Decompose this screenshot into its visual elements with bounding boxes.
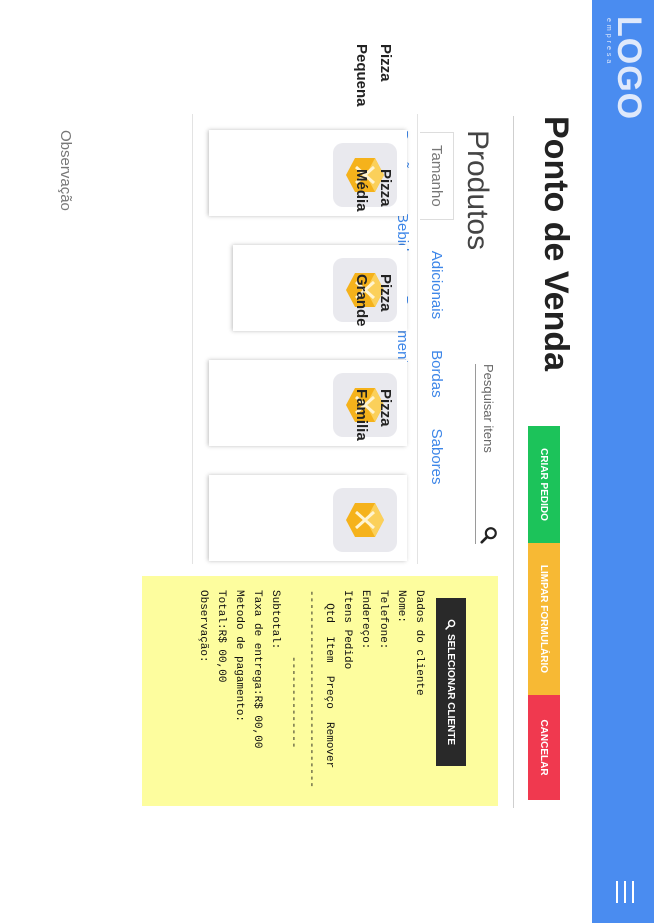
search-icon[interactable] <box>480 526 498 544</box>
tab-tamanho[interactable]: Tamanho <box>420 132 454 220</box>
receipt-line: Metodo de pagamento: <box>233 590 245 723</box>
menu-bar <box>624 881 626 903</box>
search-input[interactable] <box>481 364 504 514</box>
page-title: Ponto de Venda <box>537 116 575 372</box>
tab-row: Tamanho Adicionais Bordas Sabores <box>420 130 454 550</box>
receipt-line: Total:R$ 00,00 <box>215 590 227 683</box>
receipt-line: Subtotal: <box>269 590 281 650</box>
receipt-line: Dados do cliente <box>413 590 425 696</box>
menu-bar <box>616 881 618 903</box>
receipt-line: Taxa de entrega:R$ 00,00 <box>251 590 263 749</box>
receipt-line: Endereço: <box>359 590 371 650</box>
company-logo: LOGO empresa <box>604 16 648 121</box>
select-client-button[interactable]: SELECIONAR CLIENTE <box>436 598 466 766</box>
menu-bar <box>632 881 634 903</box>
app-bar: LOGO empresa <box>592 0 654 923</box>
receipt-line: Qtd Item Preço Remover <box>323 590 335 769</box>
product-grid: Pizza Pequena Pizza Média Pizza Grande P… <box>192 44 418 564</box>
tab-sabores[interactable]: Sabores <box>429 429 446 485</box>
pos-page: LOGO empresa Ponto de Venda CRIAR PEDIDO… <box>0 0 654 923</box>
receipt-line: Nome: <box>395 590 407 624</box>
receipt-line: Observação: <box>197 590 209 663</box>
tab-adicionais[interactable]: Adicionais <box>429 251 446 319</box>
cancel-button[interactable]: CANCELAR <box>528 695 560 800</box>
logo-text: LOGO <box>610 16 648 121</box>
hamburger-menu-icon[interactable] <box>616 881 634 903</box>
product-name: Pizza Pequena <box>353 44 394 107</box>
select-client-label: SELECIONAR CLIENTE <box>445 633 457 746</box>
product-name: Pizza Grande <box>353 274 394 327</box>
product-name: Pizza Média <box>353 169 394 212</box>
products-title: Produtos <box>461 130 494 251</box>
receipt-text: Dados do cliente Nome: Telefone: Endereç… <box>194 590 428 788</box>
receipt-line: Telefone: <box>377 590 389 650</box>
receipt-line: -------------- <box>287 590 299 749</box>
receipt-line: ------------------------------ <box>305 590 317 789</box>
search-icon <box>445 619 456 630</box>
header-divider <box>513 116 514 808</box>
receipt-line: Itens Pedido <box>341 590 353 670</box>
clear-form-button[interactable]: LIMPAR FORMULÁRIO <box>528 543 560 695</box>
search-field <box>475 364 504 544</box>
create-order-button[interactable]: CRIAR PEDIDO <box>528 426 560 543</box>
product-card-pizza-familia[interactable]: Pizza Familia <box>209 389 407 561</box>
product-name: Pizza Familia <box>353 389 394 441</box>
tab-bordas[interactable]: Bordas <box>429 350 446 398</box>
product-icon <box>333 488 397 552</box>
observation-label: Observação <box>57 130 74 211</box>
action-buttons: CRIAR PEDIDO LIMPAR FORMULÁRIO CANCELAR <box>528 426 560 800</box>
